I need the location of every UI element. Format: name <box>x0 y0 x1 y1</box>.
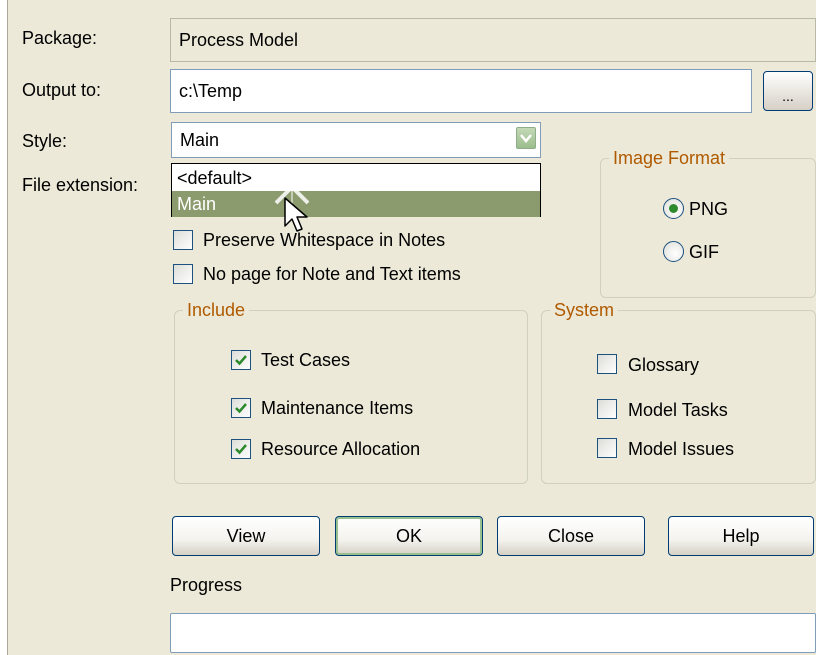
output-value: c:\Temp <box>179 81 243 101</box>
system-title: System <box>554 300 615 320</box>
checkmark-icon <box>235 403 247 414</box>
checkmark-icon <box>235 355 247 366</box>
help-button[interactable]: Help <box>668 516 814 556</box>
image-format-group: Image Format <box>600 148 816 298</box>
chevron-down-icon[interactable] <box>516 127 536 149</box>
no-page-label: No page for Note and Text items <box>203 264 461 284</box>
glossary-checkbox[interactable] <box>597 354 617 374</box>
style-label: Style: <box>22 131 68 151</box>
gif-radio[interactable] <box>663 241 684 262</box>
checkmark-icon <box>235 444 247 455</box>
ok-button[interactable]: OK <box>335 516 483 556</box>
package-field: Process Model <box>170 18 816 62</box>
radio-dot-icon <box>669 204 678 213</box>
maintenance-items-label: Maintenance Items <box>261 398 414 418</box>
style-option-default[interactable]: <default> <box>172 165 540 191</box>
no-page-checkbox[interactable] <box>173 264 193 284</box>
model-tasks-label: Model Tasks <box>628 400 728 420</box>
mouse-cursor-icon <box>284 197 308 232</box>
close-button[interactable]: Close <box>497 516 645 556</box>
style-dropdown-list: <default> Main <box>171 163 541 217</box>
progress-bar <box>170 613 816 653</box>
style-option-main[interactable]: Main <box>172 191 540 217</box>
view-button[interactable]: View <box>172 516 320 556</box>
maintenance-items-checkbox[interactable] <box>231 398 251 418</box>
output-input[interactable]: c:\Temp <box>170 69 752 113</box>
include-title: Include <box>187 300 246 320</box>
style-value: Main <box>180 130 220 150</box>
model-issues-checkbox[interactable] <box>597 438 617 458</box>
model-tasks-checkbox[interactable] <box>597 399 617 419</box>
png-radio[interactable] <box>663 198 684 219</box>
gif-label: GIF <box>689 242 719 262</box>
file-extension-label: File extension: <box>22 175 139 195</box>
preserve-whitespace-label: Preserve Whitespace in Notes <box>203 230 446 250</box>
style-select[interactable]: Main <box>171 122 541 158</box>
glossary-label: Glossary <box>628 355 700 375</box>
output-label: Output to: <box>22 80 102 100</box>
model-issues-label: Model Issues <box>628 439 735 459</box>
browse-button[interactable]: ... <box>763 71 813 111</box>
test-cases-checkbox[interactable] <box>231 350 251 370</box>
test-cases-label: Test Cases <box>261 350 351 370</box>
package-value: Process Model <box>179 30 299 50</box>
resource-allocation-checkbox[interactable] <box>231 439 251 459</box>
preserve-whitespace-checkbox[interactable] <box>173 230 193 250</box>
package-label: Package: <box>22 28 98 48</box>
resource-allocation-label: Resource Allocation <box>261 439 421 459</box>
image-format-title: Image Format <box>613 148 726 168</box>
png-label: PNG <box>689 199 729 219</box>
progress-label: Progress <box>170 575 243 595</box>
